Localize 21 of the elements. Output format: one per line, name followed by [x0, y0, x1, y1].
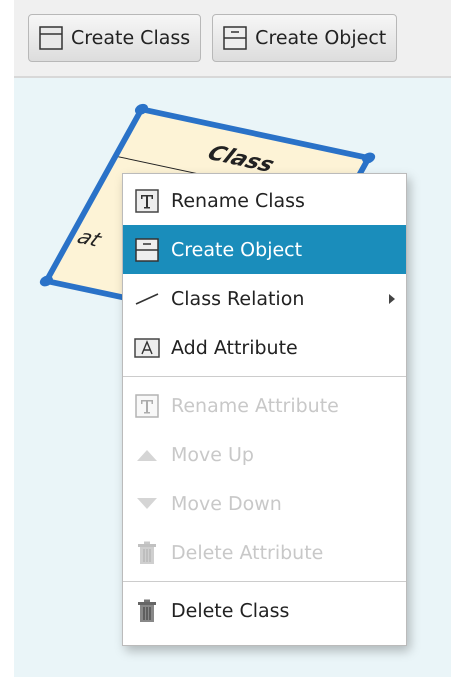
toolbar-button[interactable]: Create Object: [212, 14, 398, 62]
up-arrow-icon: [135, 448, 159, 462]
resize-handle[interactable]: [360, 151, 378, 164]
letter-icon: [134, 338, 160, 358]
line-icon: [135, 292, 159, 304]
menu-item[interactable]: Delete Class: [123, 586, 406, 635]
trash-icon: [137, 598, 157, 622]
text-icon: [135, 188, 159, 212]
resize-handle[interactable]: [38, 274, 56, 288]
attribute-text: at: [73, 225, 106, 251]
menu-item[interactable]: Class Relation: [123, 274, 406, 323]
menu-item[interactable]: Add Attribute: [123, 323, 406, 372]
down-arrow-icon: [135, 496, 159, 510]
object-icon: [223, 26, 248, 50]
trash-icon: [137, 540, 157, 564]
text-icon: [135, 394, 159, 418]
toolbar-button[interactable]: Create Class: [28, 14, 202, 62]
class-icon: [39, 26, 63, 50]
object-icon: [135, 238, 159, 262]
resize-handle[interactable]: [132, 102, 150, 116]
menu-item[interactable]: Create Object: [123, 225, 406, 274]
